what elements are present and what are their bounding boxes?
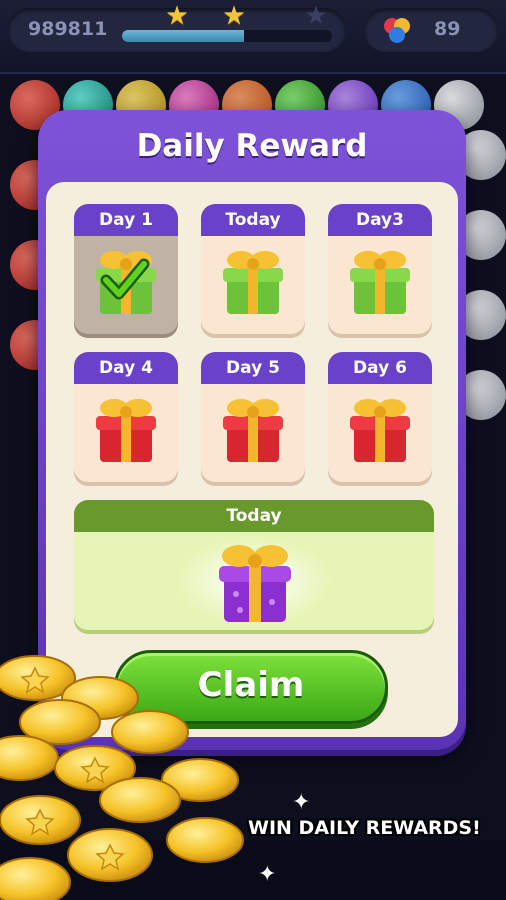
day-label: Day 5	[201, 352, 305, 384]
score-value: 989811	[28, 18, 108, 40]
score-progress-bar	[122, 30, 332, 42]
dialog-title: Daily Reward	[136, 128, 368, 164]
day-label: Day 1	[74, 204, 178, 236]
day-label: Today	[201, 204, 305, 236]
gift-red-icon	[350, 399, 410, 462]
day-card-6: Day 6	[328, 352, 432, 482]
day-label: Day3	[328, 204, 432, 236]
day-card-3: Day3	[328, 204, 432, 334]
check-icon	[100, 258, 150, 300]
day-card-2[interactable]: Today	[201, 204, 305, 334]
gold-coins-pile	[0, 655, 244, 900]
day-card-5: Day 5	[201, 352, 305, 482]
gift-red-icon	[96, 399, 156, 462]
day-card-1: Day 1	[74, 204, 178, 334]
sparkle-icon: ✦	[292, 790, 311, 815]
day-card-4: Day 4	[74, 352, 178, 482]
color-balls-icon	[384, 18, 410, 43]
big-reward-label: Today	[74, 500, 434, 532]
gift-purple-icon	[219, 545, 291, 622]
star-icon: ★	[304, 1, 328, 31]
day-label: Day 6	[328, 352, 432, 384]
gem-count: 89	[434, 18, 461, 40]
gift-green-icon	[350, 251, 410, 314]
star-icon: ★	[165, 1, 189, 31]
star-icon: ★	[222, 1, 246, 31]
day-label: Day 4	[74, 352, 178, 384]
top-hud: 989811 ★ ★ ★ 89	[0, 0, 506, 74]
gift-green-icon	[223, 251, 283, 314]
promo-caption: WIN DAILY REWARDS!	[248, 817, 481, 839]
big-reward-card[interactable]: Today	[74, 500, 434, 630]
score-progress-fill	[122, 30, 244, 42]
gem-counter[interactable]: 89	[364, 8, 498, 52]
sparkle-icon: ✦	[258, 862, 277, 887]
gift-red-icon	[223, 399, 283, 462]
score-panel: 989811 ★ ★ ★	[8, 2, 346, 52]
